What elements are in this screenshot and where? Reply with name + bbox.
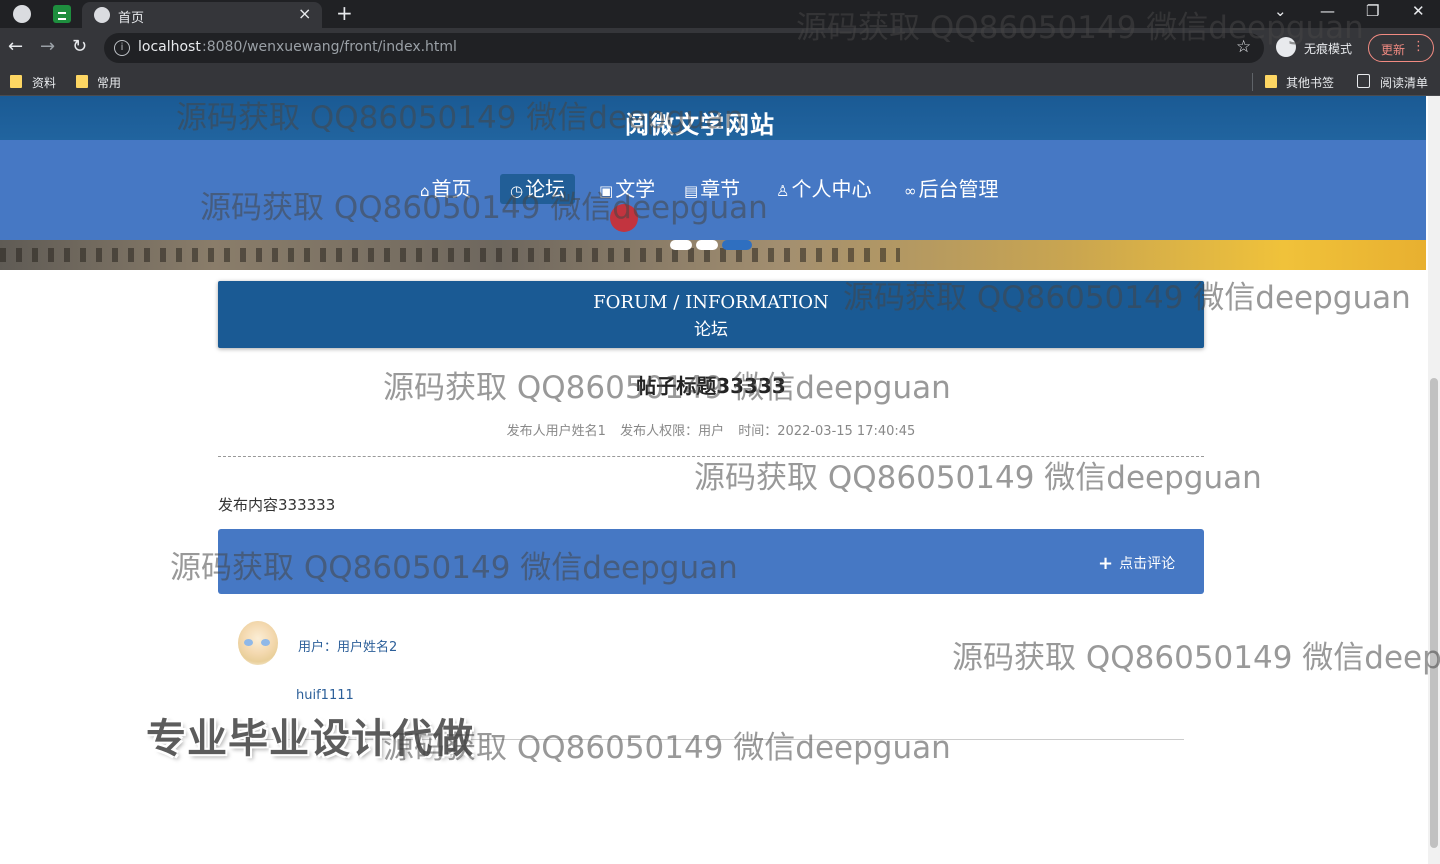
address-bar[interactable]: i localhost :8080/wenxuewang/front/index… (104, 33, 1264, 63)
banner-carousel (0, 240, 1426, 270)
tab-title: 首页 (118, 11, 145, 26)
carousel-dot-active[interactable] (722, 240, 752, 250)
section-title-en: FORUM / INFORMATION (593, 292, 829, 313)
comment-bar: + 点击评论 (218, 529, 1204, 594)
nav-home-label: 首页 (431, 177, 472, 201)
post-title: 帖子标题33333 (636, 374, 786, 398)
post-divider (218, 456, 1204, 457)
banner-image (0, 248, 900, 262)
section-title-cn: 论坛 (694, 320, 728, 340)
nav-home[interactable]: ⌂ 首页 (410, 174, 482, 204)
home-icon: ⌂ (420, 182, 430, 200)
url-host: localhost (138, 39, 201, 55)
update-label: 更新 (1381, 43, 1406, 57)
plus-icon: + (1098, 553, 1114, 574)
incognito-label: 无痕模式 (1304, 42, 1353, 56)
bookmarks-bar: 资料 常用 其他书签 阅读清单 (0, 68, 1440, 96)
post-role: 发布人权限：用户 (620, 424, 725, 439)
nav-forum[interactable]: ◷ 论坛 (500, 174, 576, 204)
bookmark-star-icon[interactable]: ☆ (1236, 37, 1251, 57)
incognito-icon (1276, 37, 1296, 57)
nav-literature-label: 文学 (615, 177, 656, 201)
bookmark-folder-ziliao[interactable]: 资料 (32, 74, 56, 91)
globe-icon (94, 7, 110, 23)
forward-button[interactable]: → (40, 36, 55, 57)
site-info-icon[interactable]: i (114, 40, 130, 56)
browser-menu-icon[interactable] (13, 5, 31, 23)
add-comment-label: 点击评论 (1119, 556, 1176, 572)
update-button[interactable]: 更新 ⋮ (1368, 34, 1434, 62)
page-scrollbar[interactable] (1428, 96, 1440, 864)
folder-icon (1265, 75, 1277, 88)
nav-user-center[interactable]: ♙ 个人中心 (766, 174, 881, 204)
promo-overlay-text: 专业毕业设计代做 (146, 716, 474, 762)
link-icon: ∞ (904, 182, 917, 200)
nav-chapter-label: 章节 (700, 177, 741, 201)
user-icon: ♙ (776, 182, 790, 200)
url-path: :8080/wenxuewang/front/index.html (202, 39, 457, 55)
back-button[interactable]: ← (8, 36, 23, 57)
nav-literature[interactable]: ▣ 文学 (589, 174, 665, 204)
folder-icon (10, 75, 22, 88)
browser-toolbar: ← → ↻ i localhost :8080/wenxuewang/front… (0, 28, 1440, 68)
window-close-button[interactable]: ✕ (1412, 2, 1425, 20)
mouse-cursor-indicator (610, 204, 638, 232)
reload-button[interactable]: ↻ (72, 36, 87, 57)
minimize-button[interactable]: — (1320, 2, 1335, 20)
tab-close-icon[interactable]: × (298, 4, 311, 23)
reading-list[interactable]: 阅读清单 (1380, 74, 1428, 91)
site-title: 阅微文学网站 (625, 111, 775, 139)
nav-admin[interactable]: ∞ 后台管理 (894, 174, 1009, 204)
post-meta: 发布人用户姓名1 发布人权限：用户 时间：2022-03-15 17:40:45 (218, 420, 1204, 439)
comment-user: 用户：用户姓名2 (298, 640, 398, 655)
book-icon: ▣ (599, 182, 614, 200)
nav-forum-label: 论坛 (525, 177, 566, 201)
new-tab-button[interactable]: + (336, 1, 353, 25)
reading-list-icon (1357, 74, 1370, 88)
browser-tab[interactable]: 首页 × (82, 2, 322, 28)
folder-icon (76, 75, 88, 88)
scrollbar-thumb[interactable] (1430, 378, 1438, 848)
tab-search-icon[interactable]: ⌄ (1274, 2, 1287, 20)
section-title-box: FORUM / INFORMATION 论坛 (218, 281, 1204, 348)
site-header: 阅微文学网站 (0, 96, 1426, 140)
nav-user-center-label: 个人中心 (791, 177, 872, 201)
add-comment-button[interactable]: + 点击评论 (1098, 553, 1175, 574)
post-author: 发布人用户姓名1 (506, 424, 606, 439)
post-time: 时间：2022-03-15 17:40:45 (738, 424, 916, 439)
avatar (238, 621, 278, 665)
bookmark-folder-changyong[interactable]: 常用 (97, 74, 121, 91)
bookmarks-divider (1252, 73, 1253, 91)
chapter-icon: ▤ (684, 182, 699, 200)
nav-chapter[interactable]: ▤ 章节 (674, 174, 750, 204)
browser-tab-strip: 首页 × + ⌄ — ❐ ✕ (0, 0, 1440, 28)
carousel-dot[interactable] (696, 240, 718, 250)
restore-button[interactable]: ❐ (1366, 2, 1379, 20)
other-bookmarks[interactable]: 其他书签 (1286, 74, 1334, 91)
comment-text: huif1111 (296, 688, 354, 703)
post-content: 发布内容333333 (218, 496, 336, 514)
site-navigation: ⌂ 首页 ◷ 论坛 ▣ 文学 ▤ 章节 ♙ 个人中心 ∞ 后台管理 (0, 140, 1426, 240)
forum-icon: ◷ (510, 182, 524, 200)
more-menu-icon[interactable]: ⋮ (1412, 39, 1425, 54)
nav-admin-label: 后台管理 (918, 177, 999, 201)
pinned-tab-icon[interactable] (53, 5, 71, 23)
carousel-dot[interactable] (670, 240, 692, 250)
